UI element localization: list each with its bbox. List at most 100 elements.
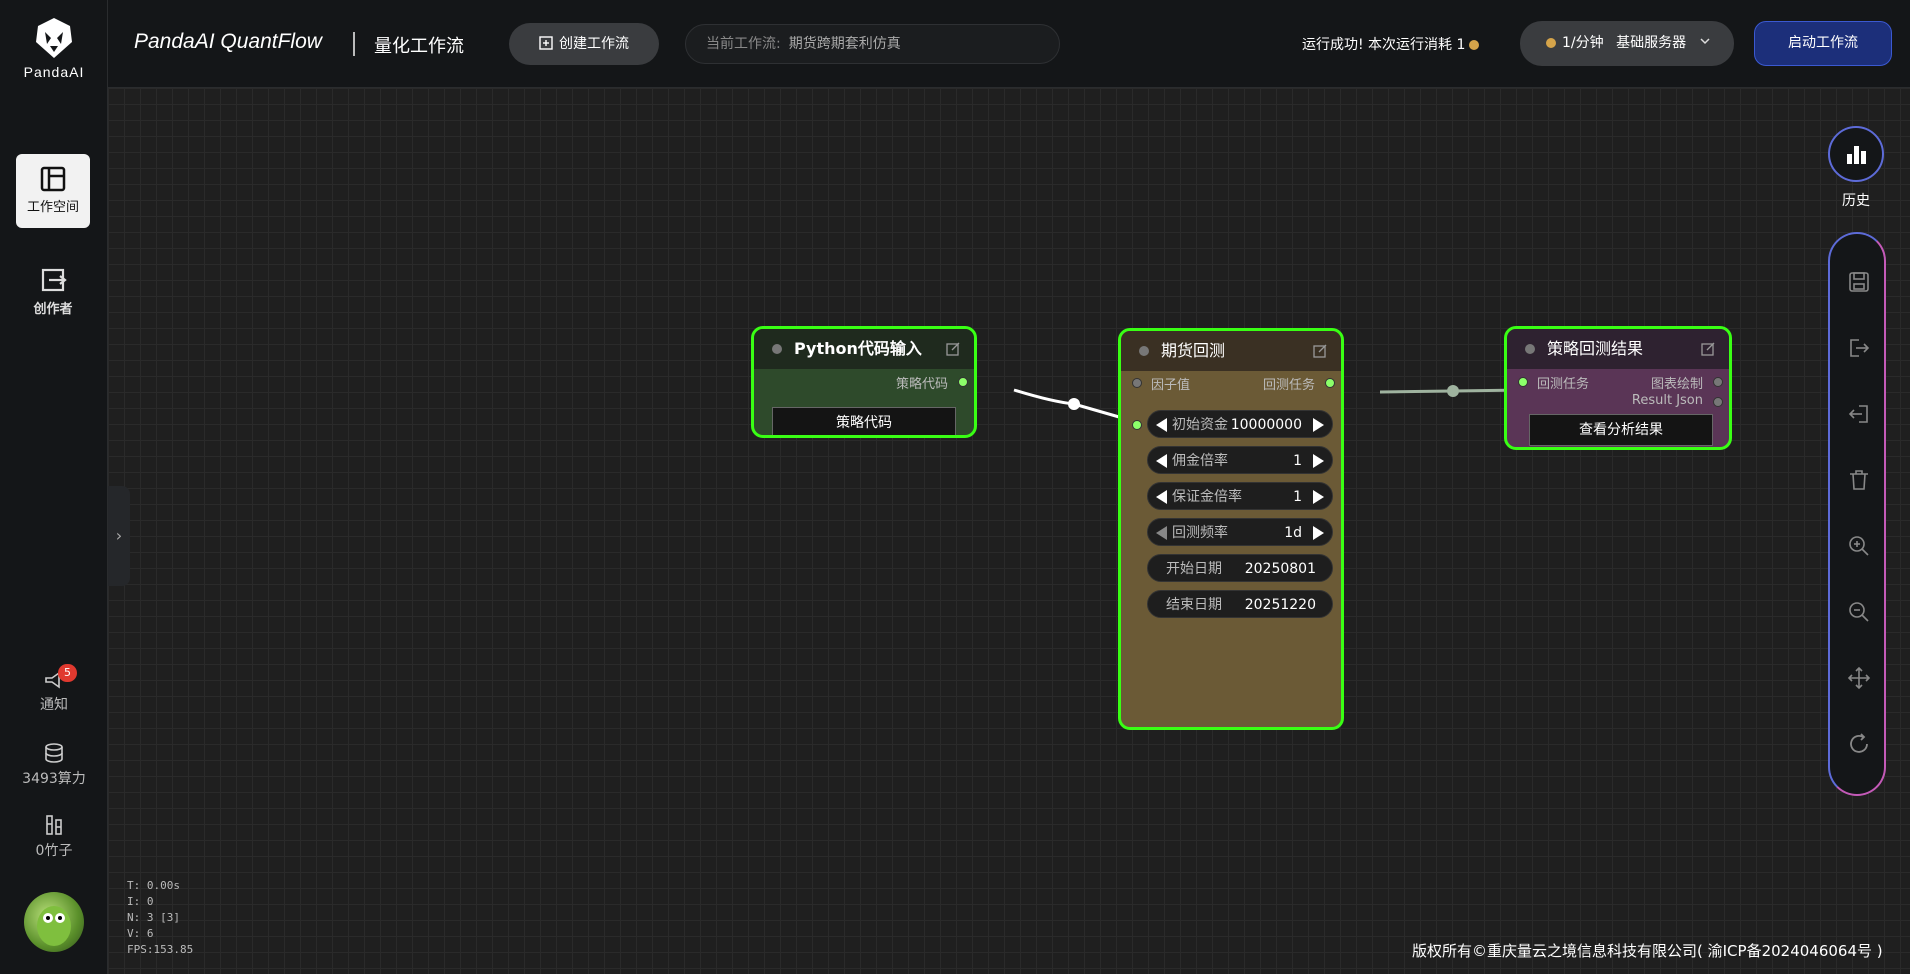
field-value: 1 [1293, 489, 1302, 505]
node-python-input[interactable]: Python代码输入 策略代码 策略代码 [751, 326, 977, 438]
export-icon[interactable] [1847, 336, 1871, 360]
chevron-down-icon [1700, 38, 1710, 45]
output-pin[interactable] [958, 377, 968, 387]
history-label: 历史 [1842, 193, 1870, 209]
sidebar-item-label: 创作者 [33, 302, 73, 317]
zoom-in-icon[interactable] [1847, 534, 1871, 558]
workflow-canvas[interactable]: Python代码输入 策略代码 策略代码 期货回测 因子值 回测任务 初始资金 … [108, 88, 1910, 974]
increment-icon[interactable] [1313, 490, 1324, 504]
avatar[interactable] [24, 892, 84, 952]
increment-icon[interactable] [1313, 418, 1324, 432]
avatar-image-icon [37, 906, 71, 946]
field-value: 10000000 [1230, 417, 1302, 433]
import-icon[interactable] [1847, 402, 1871, 426]
field-margin-multiplier[interactable]: 保证金倍率 1 [1147, 482, 1333, 510]
node-status-dot [1139, 346, 1149, 356]
output-pin[interactable] [1325, 378, 1335, 388]
field-end-date[interactable]: 结束日期 20251220 [1147, 590, 1333, 618]
field-value: 20250801 [1244, 561, 1316, 577]
save-icon[interactable] [1847, 270, 1871, 294]
view-analysis-button[interactable]: 查看分析结果 [1529, 414, 1713, 446]
copyright: 版权所有©重庆量云之境信息科技有限公司( 渝ICP备2024046064号 ) [1412, 942, 1883, 960]
edit-icon[interactable] [1313, 344, 1327, 358]
decrement-icon[interactable] [1156, 490, 1167, 504]
notify-item[interactable]: 5 通知 [0, 664, 108, 714]
field-label: 回测频率 [1172, 525, 1228, 541]
output-pin[interactable] [1713, 377, 1723, 387]
input-pin[interactable] [1518, 377, 1528, 387]
brand-divider [353, 32, 355, 56]
edit-icon[interactable] [946, 342, 960, 356]
trash-icon[interactable] [1847, 468, 1871, 492]
run-status-text: 运行成功! 本次运行消耗 1 [1302, 37, 1466, 53]
edit-icon[interactable] [1701, 342, 1715, 356]
node-status-dot [1525, 344, 1535, 354]
coin-icon [1546, 38, 1556, 48]
field-commission-multiplier[interactable]: 佣金倍率 1 [1147, 446, 1333, 474]
top-header: PandaAI QuantFlow 量化工作流 创建工作流 当前工作流: 期货跨期… [108, 0, 1910, 88]
input-pin[interactable] [1132, 378, 1142, 388]
server-rate: 1/分钟 [1562, 35, 1604, 51]
run-status: 运行成功! 本次运行消耗 1 [1302, 34, 1480, 54]
decrement-icon[interactable] [1156, 454, 1167, 468]
field-backtest-frequency[interactable]: 回测频率 1d [1147, 518, 1333, 546]
server-select[interactable]: 1/分钟 基础服务器 [1520, 21, 1734, 66]
refresh-icon[interactable] [1847, 732, 1871, 756]
node-futures-backtest[interactable]: 期货回测 因子值 回测任务 初始资金 10000000 佣金倍率 1 保证金倍率… [1118, 328, 1344, 730]
node-backtest-result[interactable]: 策略回测结果 回测任务 图表绘制 Result Json 查看分析结果 [1504, 326, 1732, 450]
create-workflow-button[interactable]: 创建工作流 [509, 23, 659, 65]
stat-nodes: N: 3 [3] [127, 911, 180, 924]
compute-label: 3493算力 [22, 771, 86, 787]
bamboo-label: 0竹子 [35, 843, 73, 859]
field-label: 开始日期 [1166, 561, 1222, 577]
server-name: 基础服务器 [1616, 35, 1687, 51]
node-header[interactable]: 策略回测结果 [1507, 329, 1729, 369]
code-input-pin[interactable] [1132, 420, 1142, 430]
decrement-icon[interactable] [1156, 418, 1167, 432]
field-label: 初始资金 [1172, 417, 1228, 433]
database-icon [45, 743, 63, 763]
node-title: 期货回测 [1161, 341, 1226, 360]
canvas-toolbar [1828, 232, 1886, 796]
node-status-dot [772, 344, 782, 354]
current-workflow-value: 期货跨期套利仿真 [788, 36, 901, 52]
increment-icon[interactable] [1313, 526, 1324, 540]
stat-v: V: 6 [127, 927, 154, 940]
node-output-row: 策略代码 [754, 369, 974, 393]
output-label: 图表绘制 [1650, 377, 1703, 392]
sidebar-item-workspace[interactable]: 工作空间 [16, 154, 90, 228]
increment-icon[interactable] [1313, 454, 1324, 468]
coin-icon [1469, 40, 1480, 50]
logo[interactable]: PandaAI [0, 16, 108, 80]
brand-subtitle: 量化工作流 [374, 36, 464, 57]
output-pin[interactable] [1713, 397, 1723, 407]
field-value: 1 [1293, 453, 1302, 469]
zoom-out-icon[interactable] [1847, 600, 1871, 624]
decrement-icon[interactable] [1156, 526, 1167, 540]
node-header[interactable]: Python代码输入 [754, 329, 974, 369]
field-label: 保证金倍率 [1172, 489, 1242, 505]
node-port-row: 回测任务 图表绘制 [1507, 369, 1729, 393]
history-button[interactable] [1828, 126, 1884, 182]
bamboo-icon [46, 815, 62, 835]
field-start-date[interactable]: 开始日期 20250801 [1147, 554, 1333, 582]
field-initial-capital[interactable]: 初始资金 10000000 [1147, 410, 1333, 438]
bar-chart-icon [1847, 146, 1866, 164]
compute-item[interactable]: 3493算力 [0, 742, 108, 788]
current-workflow-field[interactable]: 当前工作流: 期货跨期套利仿真 [685, 24, 1060, 64]
strategy-code-button[interactable]: 策略代码 [772, 407, 956, 435]
sidebar: PandaAI 工作空间 创作者 5 通知 3493算力 0竹子 [0, 0, 108, 974]
input-label: 回测任务 [1537, 377, 1590, 392]
move-icon[interactable] [1847, 666, 1871, 690]
stat-time: T: 0.00s [127, 879, 180, 892]
node-header[interactable]: 期货回测 [1121, 331, 1341, 371]
sidebar-item-label: 工作空间 [26, 200, 79, 215]
bamboo-item[interactable]: 0竹子 [0, 814, 108, 860]
start-workflow-button[interactable]: 启动工作流 [1754, 21, 1892, 66]
expand-panel-tab[interactable]: › [108, 486, 130, 586]
node-port-row: 因子值 回测任务 [1121, 371, 1341, 395]
exit-box-icon [41, 268, 67, 292]
notify-label: 通知 [40, 697, 68, 713]
input-label: 因子值 [1151, 378, 1191, 393]
sidebar-item-creator[interactable]: 创作者 [16, 254, 90, 328]
